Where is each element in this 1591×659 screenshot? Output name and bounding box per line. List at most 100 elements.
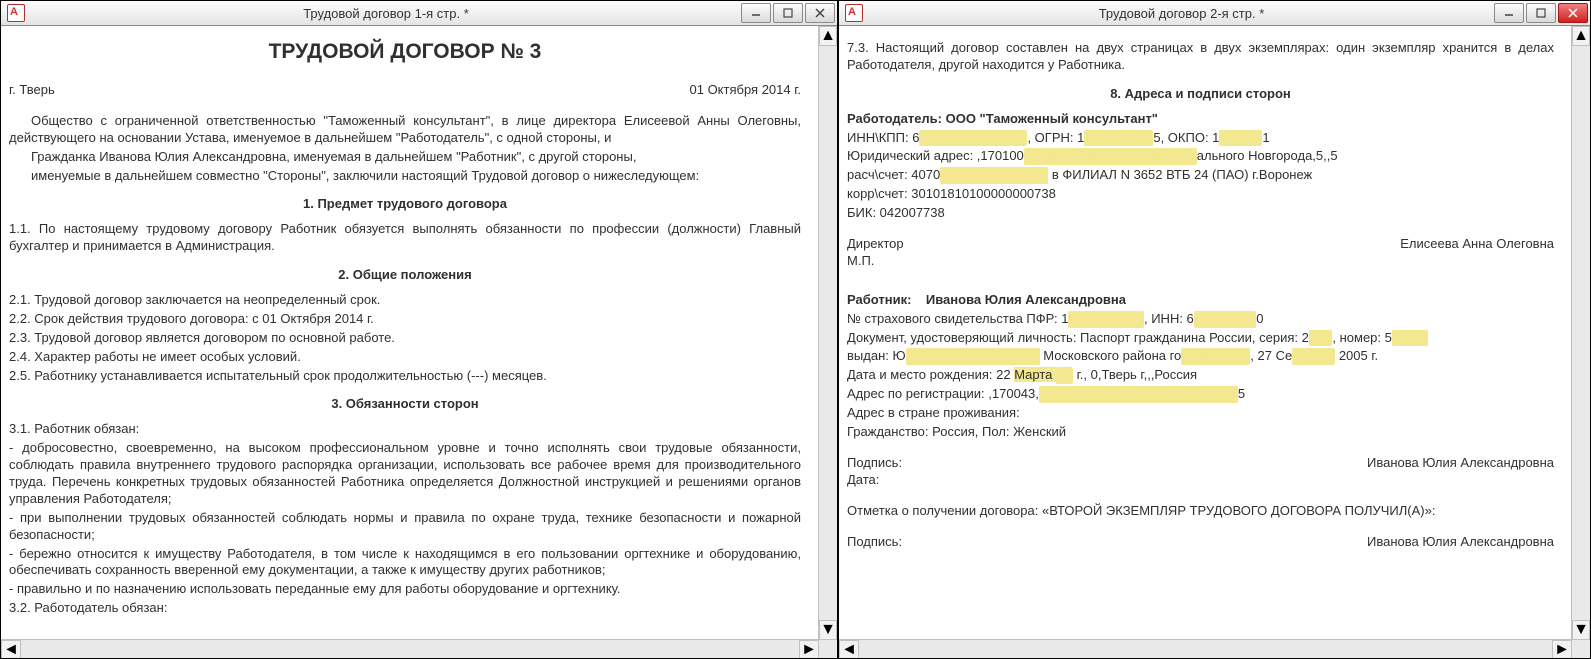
legal-address-line: Юридический адрес: ,170100xxxxxxxxxxxxxx… <box>847 148 1554 165</box>
close-button[interactable] <box>805 3 835 23</box>
redacted: xxxxxxxxxxxxxxxxxxxxxxxxxx <box>1024 148 1197 165</box>
redacted: xxxxxxxxxxxxxxxxxxxx <box>906 348 1040 365</box>
receipt-line: Отметка о получении договора: «ВТОРОЙ ЭК… <box>847 503 1554 520</box>
inn-kpp-line: ИНН\КПП: 6xxxxxxxxxxxxxxxx, ОГРН: 1xxxxx… <box>847 130 1554 147</box>
s3-b1: - добросовестно, своевременно, на высоко… <box>9 440 801 508</box>
window-title: Трудовой договор 1-я стр. * <box>31 6 741 21</box>
window-page2: Трудовой договор 2-я стр. * 7.3. Настоящ… <box>838 0 1591 659</box>
innkpp-label: ИНН\КПП: 6 <box>847 130 919 145</box>
s3-b3: - бережно относится к имуществу Работода… <box>9 546 801 580</box>
regaddr-label: Адрес по регистрации: ,170043, <box>847 386 1039 401</box>
pfr-label: № страхового свидетельства ПФР: 1 <box>847 311 1068 326</box>
titlebar-page1[interactable]: Трудовой договор 1-я стр. * <box>1 1 837 26</box>
docnum-label: , номер: 5 <box>1332 330 1391 345</box>
liveaddr-line: Адрес в стране проживания: <box>847 405 1554 422</box>
ks-line: корр\счет: 30101810100000000738 <box>847 186 1554 203</box>
maximize-button[interactable] <box>773 3 803 23</box>
window-controls <box>1494 3 1590 23</box>
s3-b4: - правильно и по назначению использовать… <box>9 581 801 598</box>
window-controls <box>741 3 837 23</box>
horizontal-scrollbar[interactable]: ◄ ► <box>839 639 1572 658</box>
issued-year: 2005 г. <box>1335 348 1378 363</box>
scroll-track[interactable] <box>819 44 837 622</box>
scroll-up-button[interactable]: ▲ <box>1572 26 1590 46</box>
inn2-tail: 0 <box>1256 311 1263 326</box>
legaddr-tail: ального Новгорода,5,,5 <box>1197 148 1338 163</box>
scroll-down-button[interactable]: ▼ <box>1572 620 1590 640</box>
issued-date: , 27 Се <box>1250 348 1292 363</box>
redacted: xxxxxx <box>1292 348 1335 365</box>
minimize-button[interactable] <box>1494 3 1524 23</box>
scroll-left-button[interactable]: ◄ <box>1 640 21 658</box>
horizontal-scrollbar[interactable]: ◄ ► <box>1 639 819 658</box>
birth-label: Дата и место рождения: 22 <box>847 367 1014 382</box>
scroll-track[interactable] <box>1572 44 1590 622</box>
iddoc-label: Документ, удостоверяющий личность: Паспо… <box>847 330 1309 345</box>
worker-label: Работник: <box>847 292 911 307</box>
mp-line: М.П. <box>847 253 1554 270</box>
regaddr-line: Адрес по регистрации: ,170043,xxxxxxxxxx… <box>847 386 1554 403</box>
birth-mid: Марта <box>1014 367 1056 382</box>
scroll-left-button[interactable]: ◄ <box>839 640 859 658</box>
section-2-title: 2. Общие положения <box>9 267 801 284</box>
intro-3: именуемые в дальнейшем совместно "Сторон… <box>9 168 801 185</box>
birth-line: Дата и место рождения: 22 Марта xx г., 0… <box>847 367 1554 384</box>
window-title: Трудовой договор 2-я стр. * <box>869 6 1494 21</box>
document-body-page1[interactable]: ТРУДОВОЙ ДОГОВОР № 3 г. Тверь 01 Октября… <box>1 26 819 640</box>
redacted: xxxxx <box>1392 330 1429 347</box>
section-3-title: 3. Обязанности сторон <box>9 396 801 413</box>
content-page1: ТРУДОВОЙ ДОГОВОР № 3 г. Тверь 01 Октября… <box>1 26 837 658</box>
director-label: Директор <box>847 236 904 253</box>
rs-tail: в ФИЛИАЛ N 3652 ВТБ 24 (ПАО) г.Воронеж <box>1048 167 1312 182</box>
redacted: xxxxxxxxx <box>1194 311 1257 328</box>
s2-4: 2.4. Характер работы не имеет особых усл… <box>9 349 801 366</box>
sig2-name: Иванова Юлия Александровна <box>1367 534 1554 551</box>
issued-label: выдан: Ю <box>847 348 906 363</box>
s3-1: 3.1. Работник обязан: <box>9 421 801 438</box>
scroll-up-button[interactable]: ▲ <box>819 26 837 46</box>
app-icon <box>7 4 25 22</box>
p7-3: 7.3. Настоящий договор составлен на двух… <box>847 40 1554 74</box>
s2-3: 2.3. Трудовой договор является договором… <box>9 330 801 347</box>
intro-2: Гражданка Иванова Юлия Александровна, им… <box>9 149 801 166</box>
sig1-label: Подпись: <box>847 455 902 472</box>
vertical-scrollbar[interactable]: ▲ ▼ <box>818 26 837 640</box>
close-button[interactable] <box>1558 3 1588 23</box>
worker-head: Работник: Иванова Юлия Александровна <box>847 292 1554 309</box>
pfr-line: № страхового свидетельства ПФР: 1xxxxxxx… <box>847 311 1554 328</box>
rs-line: расч\счет: 4070xxxxxxxxxxxxxxxx в ФИЛИАЛ… <box>847 167 1554 184</box>
redacted: xxx <box>1309 330 1333 347</box>
employer-head: Работодатель: ООО "Таможенный консультан… <box>847 111 1554 128</box>
redacted: xxxxxxxxxxx <box>1068 311 1144 328</box>
scroll-right-button[interactable]: ► <box>799 640 819 658</box>
scroll-down-button[interactable]: ▼ <box>819 620 837 640</box>
regaddr-tail: 5 <box>1238 386 1245 401</box>
sig1-row: Подпись: Иванова Юлия Александровна <box>847 455 1554 472</box>
redacted: xxxxxxxxxxxxxxxx <box>940 167 1048 184</box>
maximize-button[interactable] <box>1526 3 1556 23</box>
titlebar-page2[interactable]: Трудовой договор 2-я стр. * <box>839 1 1590 26</box>
redacted: xx <box>1056 367 1073 384</box>
sig1-name: Иванова Юлия Александровна <box>1367 455 1554 472</box>
citizen-line: Гражданство: Россия, Пол: Женский <box>847 424 1554 441</box>
redacted: xxxxxxxxxxxxxxxxxxxxxxxxxxxxxx <box>1039 386 1238 403</box>
s1-1: 1.1. По настоящему трудовому договору Ра… <box>9 221 801 255</box>
date-label: Дата: <box>847 472 1554 489</box>
ogrn-label: , ОГРН: 1 <box>1027 130 1084 145</box>
row-city-date: г. Тверь 01 Октября 2014 г. <box>9 82 801 99</box>
iddoc-line: Документ, удостоверяющий личность: Паспо… <box>847 330 1554 347</box>
app-icon <box>845 4 863 22</box>
director-row: Директор Елисеева Анна Олеговна <box>847 236 1554 253</box>
minimize-button[interactable] <box>741 3 771 23</box>
section-1-title: 1. Предмет трудового договора <box>9 196 801 213</box>
rs-label: расч\счет: 4070 <box>847 167 940 182</box>
scroll-corner <box>819 640 837 658</box>
document-body-page2[interactable]: 7.3. Настоящий договор составлен на двух… <box>839 26 1572 640</box>
director-name: Елисеева Анна Олеговна <box>1400 236 1554 253</box>
scroll-right-button[interactable]: ► <box>1552 640 1572 658</box>
s2-5: 2.5. Работнику устанавливается испытател… <box>9 368 801 385</box>
s3-b2: - при выполнении трудовых обязанностей с… <box>9 510 801 544</box>
doc-date: 01 Октября 2014 г. <box>690 82 802 99</box>
vertical-scrollbar[interactable]: ▲ ▼ <box>1571 26 1590 640</box>
redacted: xxxxxx <box>1219 130 1262 147</box>
